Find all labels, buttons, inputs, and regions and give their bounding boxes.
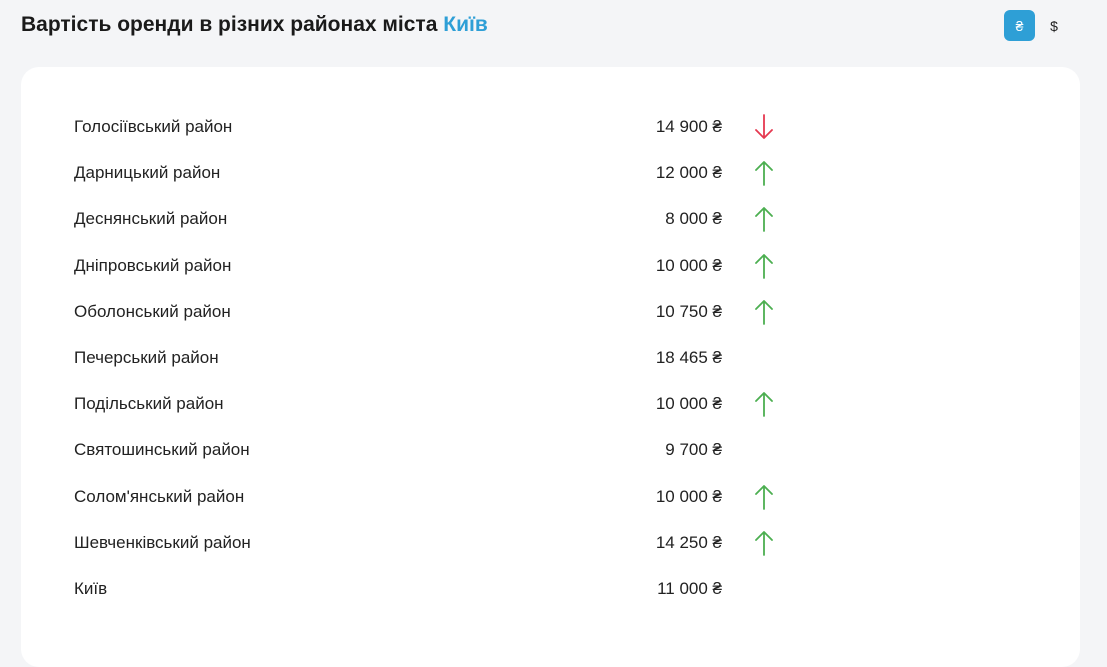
title-city[interactable]: Київ [443, 13, 488, 36]
district-name: Деснянський район [74, 209, 228, 229]
arrow-up-icon [754, 483, 774, 511]
arrow-up-icon [754, 159, 774, 187]
currency-usd-button[interactable]: $ [1047, 10, 1061, 41]
table-row: Київ 11 000 ₴ [21, 566, 1080, 612]
district-name: Дарницький район [74, 163, 221, 183]
rent-table-card: Голосіївський район 14 900 ₴ Дарницький ра… [21, 67, 1080, 667]
district-name: Голосіївський район [74, 117, 233, 136]
district-name: Дніпровський район [74, 255, 232, 275]
arrow-up-icon [754, 298, 774, 326]
district-name: Печерський район [74, 348, 219, 367]
arrow-up-icon [754, 529, 774, 557]
district-name: Оболонський район [74, 301, 231, 321]
page-header: Вартість оренди в різних районах міста К… [21, 10, 488, 40]
table-row: Оболонський район 10 750 ₴ [21, 289, 1080, 335]
currency-switch: ₴ $ [1004, 10, 1061, 41]
rent-price: 9 700 ₴ [665, 440, 722, 460]
district-name: Київ [74, 579, 108, 598]
table-row: Шевченківський район 14 250 ₴ [21, 520, 1080, 566]
district-name: Шевченківський район [74, 532, 251, 552]
table-row: Деснянський район 8 000 ₴ [21, 196, 1080, 242]
arrow-up-icon [754, 205, 774, 233]
table-row: Святошинський район 9 700 ₴ [21, 427, 1080, 473]
arrow-up-icon [754, 252, 774, 280]
rent-price: 10 750 ₴ [655, 301, 722, 321]
rent-price: 14 250 ₴ [655, 532, 722, 552]
arrow-up-icon [754, 390, 774, 418]
currency-uah-button[interactable]: ₴ [1004, 10, 1035, 41]
table-row: Дніпровський район 10 000 ₴ [21, 243, 1080, 289]
table-row: Печерський район 18 465 ₴ [21, 335, 1080, 381]
arrow-down-icon [754, 113, 774, 141]
rent-price: 10 000 ₴ [655, 255, 722, 275]
table-row: Солом'янський район 10 000 ₴ [21, 474, 1080, 520]
table-row: Дарницький район 12 000 ₴ [21, 150, 1080, 196]
rent-price: 18 465 ₴ [655, 348, 722, 367]
district-name: Святошинський район [74, 440, 250, 460]
district-name: Солом'янський район [74, 486, 245, 506]
rent-price: 8 000 ₴ [665, 209, 722, 229]
table-row: Голосіївський район 14 900 ₴ [21, 104, 1080, 150]
rent-price: 14 900 ₴ [655, 117, 722, 136]
rent-price: 10 000 ₴ [655, 486, 722, 506]
title-prefix: Вартість оренди в різних районах міста [21, 13, 438, 36]
rent-price: 10 000 ₴ [655, 394, 722, 414]
table-row: Подільський район 10 000 ₴ [21, 381, 1080, 427]
page-title: Вартість оренди в різних районах міста К… [21, 13, 488, 37]
rent-price: 12 000 ₴ [655, 163, 722, 183]
rent-price: 11 000 ₴ [657, 579, 722, 598]
district-name: Подільський район [74, 394, 224, 414]
